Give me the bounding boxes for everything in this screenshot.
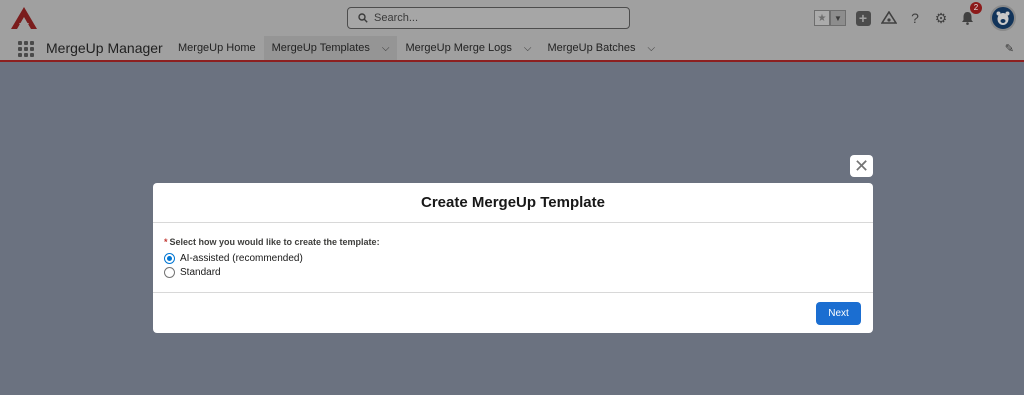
- search-placeholder: Search...: [374, 12, 419, 24]
- global-actions-button[interactable]: +: [854, 9, 872, 27]
- chevron-down-icon[interactable]: ⌵: [382, 43, 390, 54]
- modal-close-button[interactable]: ✕: [850, 155, 873, 177]
- notifications-button[interactable]: 2: [958, 2, 982, 27]
- tab-label: MergeUp Templates: [271, 42, 370, 54]
- required-marker: *: [164, 237, 168, 247]
- next-button[interactable]: Next: [816, 301, 861, 325]
- header-utility-icons: ★ ▼ + ? ⚙ 2: [814, 0, 1016, 36]
- radio-button-checked[interactable]: [164, 252, 175, 264]
- creation-method-label: * Select how you would like to create the…: [164, 237, 862, 247]
- help-icon[interactable]: ?: [906, 9, 924, 27]
- modal-title: Create MergeUp Template: [421, 194, 605, 211]
- app-navigation-bar: MergeUp Manager MergeUp Home MergeUp Tem…: [0, 36, 1024, 62]
- bell-icon: [961, 12, 973, 25]
- chevron-down-icon[interactable]: ⌵: [524, 43, 532, 54]
- favorites-dropdown-icon[interactable]: ▼: [830, 10, 846, 26]
- radio-option-ai-assisted[interactable]: AI-assisted (recommended): [164, 251, 862, 265]
- tab-label: MergeUp Home: [178, 42, 256, 54]
- chevron-down-icon[interactable]: ⌵: [648, 43, 656, 54]
- app-name: MergeUp Manager: [46, 40, 163, 56]
- close-icon: ✕: [853, 156, 870, 176]
- tab-mergeup-batches[interactable]: MergeUp Batches ⌵: [539, 36, 663, 60]
- setup-gear-icon[interactable]: ⚙: [932, 9, 950, 27]
- global-search-input[interactable]: Search...: [347, 7, 630, 29]
- field-label-text: Select how you would like to create the …: [169, 237, 380, 247]
- create-template-modal: Create MergeUp Template * Select how you …: [153, 183, 873, 333]
- nav-tabs: MergeUp Home MergeUp Templates ⌵ MergeUp…: [170, 36, 663, 62]
- cloud-icon: [881, 11, 897, 24]
- radio-label: AI-assisted (recommended): [180, 252, 303, 264]
- radio-label: Standard: [180, 266, 221, 278]
- tab-mergeup-home[interactable]: MergeUp Home: [170, 36, 264, 60]
- tab-label: MergeUp Batches: [547, 42, 636, 54]
- app-launcher-grid-icon[interactable]: [18, 41, 34, 57]
- modal-footer: Next: [153, 293, 873, 333]
- tab-mergeup-templates[interactable]: MergeUp Templates ⌵: [263, 36, 398, 62]
- search-icon: [358, 13, 368, 23]
- favorites-control: ★ ▼: [814, 10, 846, 26]
- tab-mergeup-merge-logs[interactable]: MergeUp Merge Logs ⌵: [397, 36, 539, 60]
- avatar-image: [996, 11, 1010, 25]
- brand-logo[interactable]: [10, 6, 38, 30]
- plus-icon: +: [855, 10, 871, 26]
- notification-count-badge: 2: [970, 2, 982, 14]
- favorite-star-icon[interactable]: ★: [814, 10, 830, 26]
- tab-label: MergeUp Merge Logs: [405, 42, 512, 54]
- modal-header: Create MergeUp Template: [153, 183, 873, 223]
- radio-option-standard[interactable]: Standard: [164, 265, 862, 279]
- modal-body: * Select how you would like to create the…: [153, 223, 873, 293]
- radio-button[interactable]: [164, 266, 175, 278]
- edit-nav-pencil-icon[interactable]: ✎: [1005, 42, 1014, 55]
- user-avatar[interactable]: [990, 5, 1016, 31]
- global-header: Search... ★ ▼ + ? ⚙ 2: [0, 0, 1024, 36]
- trailhead-icon[interactable]: [880, 9, 898, 27]
